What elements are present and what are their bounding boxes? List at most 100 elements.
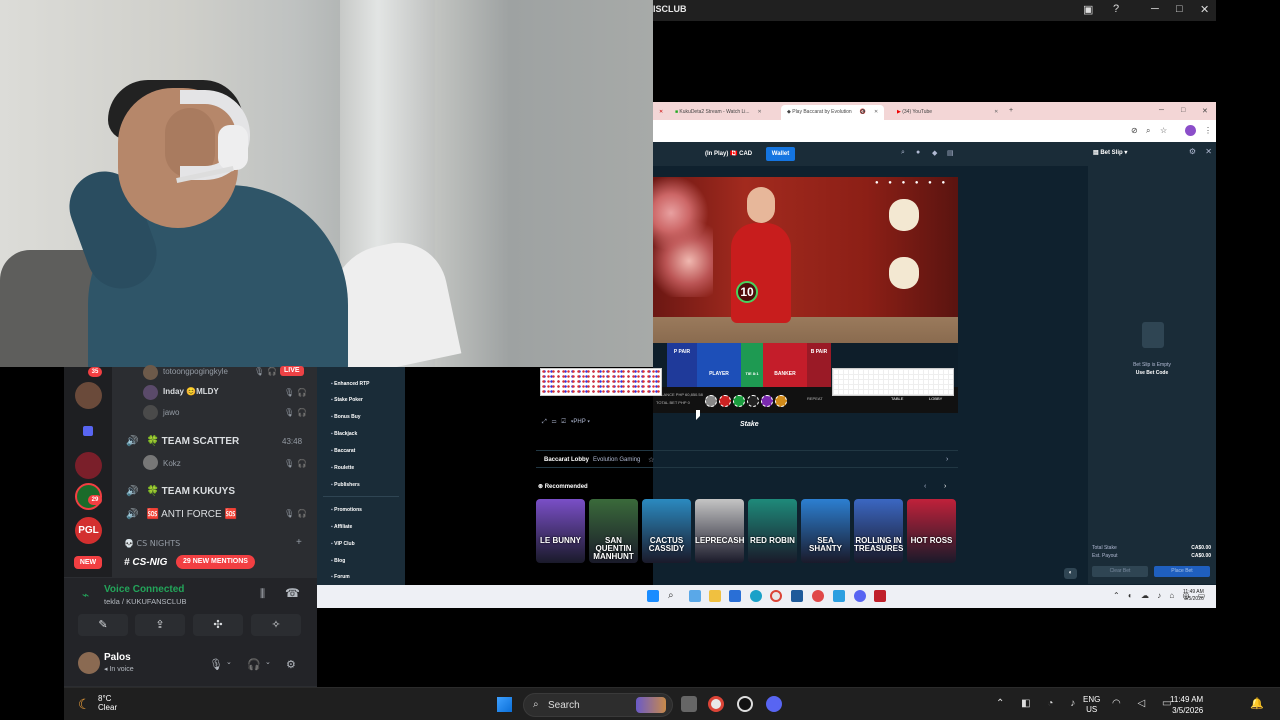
weather-icon[interactable]: ☾ xyxy=(78,696,91,713)
noise-suppression-icon[interactable]: ⫼ xyxy=(260,588,265,601)
game-tile[interactable]: LEPRECASH• 148 playing xyxy=(695,499,744,563)
close-icon[interactable]: ✕ xyxy=(1196,105,1214,120)
profile-avatar[interactable] xyxy=(1185,125,1196,136)
tab-kuku-stream[interactable]: ■ KukuDeta2 Stream - Watch Li... ✕ xyxy=(669,105,768,120)
cast-icon[interactable]: ▣ xyxy=(1083,3,1093,16)
pgl-server-icon[interactable]: PGL xyxy=(75,517,102,544)
user-icon[interactable]: ● xyxy=(916,149,920,156)
chip[interactable] xyxy=(733,395,745,407)
category-cs-nights[interactable]: 💀 CS NIGHTS xyxy=(124,539,180,548)
game-tile[interactable]: ROLLING IN TREASURES• 59 playing xyxy=(854,499,903,563)
sidebar-item[interactable]: VIP Club xyxy=(331,541,354,547)
app-icon[interactable] xyxy=(812,590,824,602)
close-icon[interactable]: ✕ xyxy=(758,109,762,115)
wallet-button[interactable]: Wallet xyxy=(766,147,795,161)
address-bar[interactable]: ⊘ ⌕ ☆ ⋮ xyxy=(653,120,1216,142)
chip[interactable] xyxy=(705,395,717,407)
chevron-right-icon[interactable]: › xyxy=(944,483,946,490)
close-icon[interactable]: ✕ xyxy=(1205,147,1212,156)
banker-zone[interactable]: BANKER xyxy=(763,343,807,387)
game-tile[interactable]: SEA SHANTY• 50 playing xyxy=(801,499,850,563)
menu-icon[interactable]: ⋮ xyxy=(1204,126,1212,135)
clear-bet-button[interactable]: Clear Bet xyxy=(1092,566,1148,577)
screen-share-button[interactable]: ⇪ xyxy=(135,614,185,636)
balance-selector[interactable]: (In Play) 🇨🇦 CAD xyxy=(705,150,752,157)
folder-icon[interactable] xyxy=(83,426,93,436)
notifications-icon[interactable]: 🔔 xyxy=(1250,697,1264,710)
server-icon[interactable] xyxy=(75,382,102,409)
tab-baccarat[interactable]: ◆ Play Baccarat by Evolution 🔇 ✕ xyxy=(781,105,885,120)
new-mentions-pill[interactable]: 29 NEW MENTIONS xyxy=(176,555,255,569)
zoom-icon[interactable]: ⌕ xyxy=(1146,126,1150,136)
mute-icon[interactable]: 🔇 xyxy=(860,109,866,115)
microphone-icon[interactable]: 🎙 xyxy=(209,658,223,671)
maximize-icon[interactable]: □ xyxy=(1175,105,1191,120)
username[interactable]: Palos xyxy=(104,652,131,663)
soundboard-button[interactable]: ✧ xyxy=(251,614,301,636)
b-pair-zone[interactable]: B PAIR xyxy=(807,343,831,387)
tab-youtube[interactable]: ▶ (34) YouTube ✕ xyxy=(891,105,1004,120)
minimize-icon[interactable]: ─ xyxy=(1153,105,1170,120)
weather-widget[interactable]: 8°C Clear xyxy=(98,694,117,712)
game-tile[interactable]: SAN QUENTIN MANHUNT• 136 playing xyxy=(589,499,638,563)
chat-icon[interactable]: ▤ xyxy=(947,149,954,157)
sidebar-item[interactable]: Blog xyxy=(331,558,345,564)
chevron-down-icon[interactable]: ⌄ xyxy=(265,658,271,666)
user-avatar[interactable] xyxy=(78,652,100,674)
voice-channel-team-scatter[interactable]: 🔊 🍀 TEAM SCATTER xyxy=(126,436,239,447)
voice-user[interactable]: Inday 😊MLDY xyxy=(163,387,219,396)
baccarat-lobby-bar[interactable]: Baccarat Lobby Evolution Gaming ☆ › xyxy=(536,450,958,468)
sidebar-item[interactable]: Blackjack xyxy=(331,431,357,437)
chip[interactable] xyxy=(719,395,731,407)
game-tile[interactable]: RED ROBIN• 62 playing xyxy=(748,499,797,563)
sidebar-item[interactable]: Publishers xyxy=(331,482,360,488)
chip[interactable] xyxy=(747,395,759,407)
language-indicator[interactable]: ENG US xyxy=(1083,695,1100,715)
settings-icon[interactable]: ⚙ xyxy=(286,658,296,671)
p-pair-zone[interactable]: P PAIR xyxy=(667,343,697,387)
task-view-icon[interactable] xyxy=(681,696,697,712)
voice-channel-anti-force[interactable]: 🔊 🆘 ANTI FORCE 🆘 xyxy=(126,509,237,520)
new-badge[interactable]: NEW xyxy=(74,556,102,569)
game-tile[interactable]: CACTUS CASSIDY• 158 playing xyxy=(642,499,691,563)
windows-start-icon[interactable] xyxy=(647,590,659,602)
captured-clock[interactable]: 11:49 AM 3/5/2026 xyxy=(1183,589,1204,603)
search-icon[interactable]: ⌕ xyxy=(901,149,905,157)
repeat-button[interactable]: REPEAT xyxy=(807,396,823,401)
bet-slip-title[interactable]: ▤ Bet Slip ▾ xyxy=(1093,149,1127,156)
sidebar-item[interactable]: Baccarat xyxy=(331,448,355,454)
close-icon[interactable]: ✕ xyxy=(994,109,998,115)
minimize-icon[interactable]: ─ xyxy=(1151,3,1159,15)
chrome-icon[interactable] xyxy=(770,590,782,602)
server-icon[interactable] xyxy=(75,452,102,479)
discord-icon[interactable] xyxy=(766,696,782,712)
settings-icon[interactable]: ⚙ xyxy=(1189,147,1196,156)
notifications-icon[interactable]: ◆ xyxy=(932,149,937,157)
steam-icon[interactable] xyxy=(791,590,803,602)
store-icon[interactable] xyxy=(729,590,741,602)
folder-icon[interactable] xyxy=(709,590,721,602)
steam-icon[interactable] xyxy=(737,696,753,712)
voice-channel-path[interactable]: tekla / KUKUFANSCLUB xyxy=(104,597,187,606)
sidebar-item[interactable]: Stake Poker xyxy=(331,397,363,403)
no-tracking-icon[interactable]: ⊘ xyxy=(1131,126,1138,135)
place-bet-button[interactable]: Place Bet xyxy=(1154,566,1210,577)
activities-button[interactable]: ✣ xyxy=(193,614,243,636)
taskbar-search[interactable]: ⌕ Search xyxy=(523,693,673,717)
headphones-icon[interactable]: 🎧 xyxy=(247,658,261,671)
chip[interactable] xyxy=(775,395,787,407)
chrome-icon[interactable] xyxy=(708,696,724,712)
app-icon[interactable] xyxy=(689,590,701,602)
star-icon[interactable]: ☆ xyxy=(1160,126,1167,135)
voice-user[interactable]: jawo xyxy=(163,408,179,417)
voice-user[interactable]: totoongpogingkyle xyxy=(163,367,228,376)
voice-channel-team-kukuys[interactable]: 🔊 🍀 TEAM KUKUYS xyxy=(126,486,235,497)
player-zone[interactable]: PLAYER xyxy=(697,343,741,387)
system-tray-icons[interactable]: ⌃ ◧ ◔ ♪ xyxy=(996,698,1082,709)
sidebar-item[interactable]: Roulette xyxy=(331,465,354,471)
new-tab-icon[interactable]: + xyxy=(1003,105,1019,120)
chevron-down-icon[interactable]: ⌄ xyxy=(226,658,232,666)
maximize-icon[interactable]: □ xyxy=(1176,3,1183,15)
close-icon[interactable]: ✕ xyxy=(653,105,669,120)
sidebar-item[interactable]: Forum xyxy=(331,574,350,580)
